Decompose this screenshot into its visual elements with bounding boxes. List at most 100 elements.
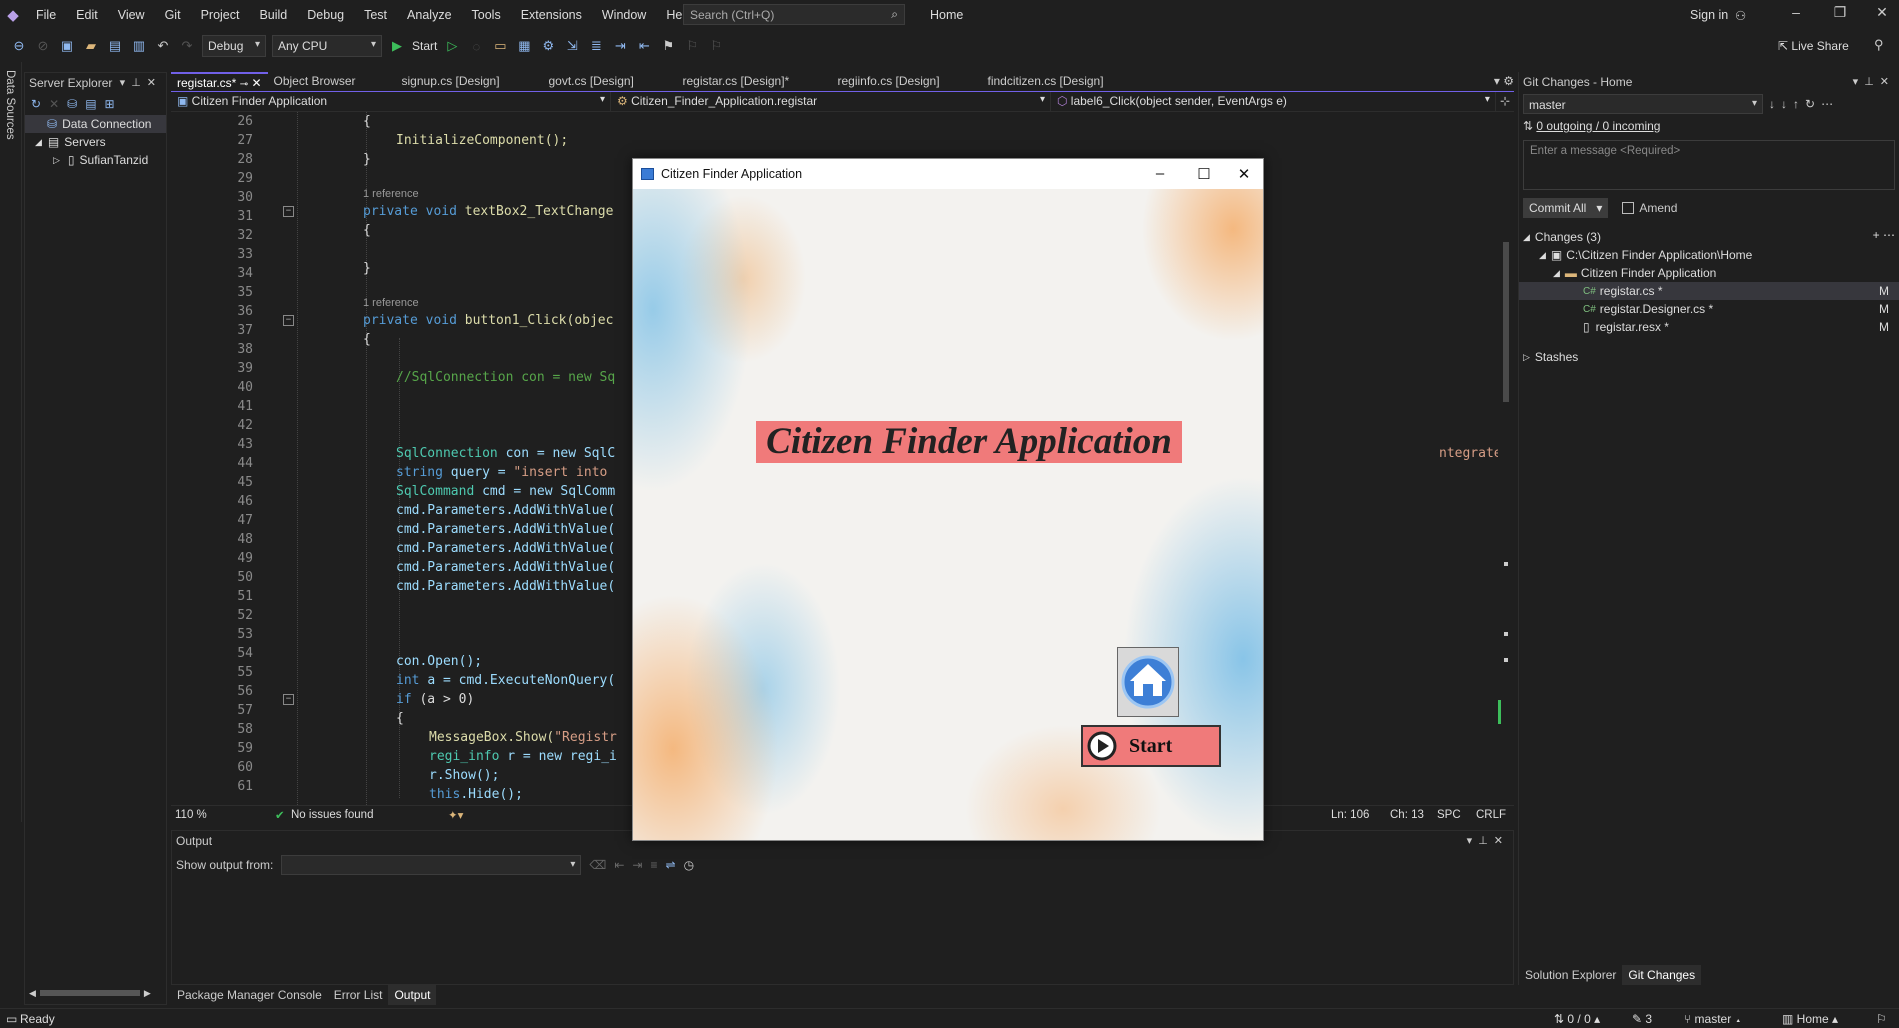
project-dropdown[interactable]: ▣ Citizen Finder Application	[171, 92, 611, 112]
azure-icon[interactable]: ⊞	[105, 97, 115, 111]
branch-status[interactable]: ⑂ master ▴	[1684, 1012, 1742, 1026]
menu-edit[interactable]: Edit	[66, 8, 108, 22]
pull-icon[interactable]: ↓	[1781, 97, 1787, 111]
debug-tools-icon[interactable]: ⚙	[539, 38, 557, 54]
tab-close-icon[interactable]: ✕	[251, 76, 261, 90]
close-icon[interactable]: ✕	[1862, 4, 1899, 26]
tab-output[interactable]: Output	[388, 985, 437, 1005]
live-share-button[interactable]: ⇱ Live Share	[1778, 39, 1849, 53]
stop-icon[interactable]: ✕	[49, 97, 59, 111]
indent-icon[interactable]: ⇥	[611, 38, 629, 54]
tab-git-changes[interactable]: Git Changes	[1622, 965, 1702, 985]
folder-item[interactable]: ◢ ▬ Citizen Finder Application	[1519, 264, 1899, 282]
start-without-debugging-icon[interactable]: ▷	[443, 38, 461, 54]
menu-debug[interactable]: Debug	[297, 8, 354, 22]
changes-header[interactable]: ◢ Changes (3) + ⋯	[1519, 228, 1899, 246]
menu-analyze[interactable]: Analyze	[397, 8, 461, 22]
outgoing-incoming-link[interactable]: 0 outgoing / 0 incoming	[1536, 119, 1660, 133]
zoom-dropdown[interactable]: 110 %	[175, 809, 207, 821]
bookmark-prev-icon[interactable]: ⚐	[683, 38, 701, 54]
save-all-icon[interactable]: ▥	[130, 38, 148, 54]
tab-govt-design[interactable]: govt.cs [Design]	[543, 72, 677, 92]
connect-server-icon[interactable]: ▤	[85, 97, 96, 111]
tab-findcitizen-design[interactable]: findcitizen.cs [Design]	[982, 72, 1132, 92]
window-close-icon[interactable]: ✕	[1229, 165, 1259, 183]
menu-git[interactable]: Git	[155, 8, 191, 22]
commit-all-button[interactable]: Commit All ▾	[1523, 198, 1609, 218]
expanded-chevron-icon[interactable]: ◢	[1539, 250, 1546, 261]
tab-registar-cs[interactable]: registar.cs* ⊸ ✕	[171, 72, 268, 92]
scrollbar-thumb[interactable]	[1503, 242, 1509, 402]
step-icon[interactable]: ⇲	[563, 38, 581, 54]
notifications-icon[interactable]: ⚐	[1876, 1012, 1887, 1026]
refresh-icon[interactable]: ↻	[31, 97, 41, 111]
expanded-chevron-icon[interactable]: ◢	[1553, 268, 1560, 279]
fold-icon[interactable]: −	[283, 206, 294, 217]
expanded-chevron-icon[interactable]: ◢	[1523, 232, 1530, 243]
sync-icon[interactable]: ↻	[1805, 97, 1815, 111]
tab-overflow-icon[interactable]: ▾ ⚙	[1494, 74, 1514, 88]
editor-vertical-scrollbar[interactable]	[1498, 112, 1514, 805]
panel-controls-icon[interactable]: ▾⊥✕	[1467, 834, 1509, 847]
tree-item-servers[interactable]: ◢ ▤ Servers	[25, 133, 166, 151]
window-maximize-icon[interactable]: ☐	[1189, 165, 1219, 183]
back-icon[interactable]: ⊖	[10, 38, 28, 54]
code-cleanup-icon[interactable]: ✦▾	[448, 808, 463, 822]
bookmark-icon[interactable]: ⚑	[659, 38, 677, 54]
pending-edits[interactable]: ✎ 3	[1632, 1012, 1652, 1026]
align-icon[interactable]: ≣	[587, 38, 605, 54]
undo-icon[interactable]: ↶	[154, 38, 172, 54]
start-icon[interactable]: ▶	[388, 38, 406, 54]
repo-status[interactable]: ▥ Home ▴	[1782, 1012, 1838, 1026]
line-number[interactable]: Ln: 106	[1331, 809, 1369, 821]
expanded-chevron-icon[interactable]: ◢	[35, 137, 42, 148]
issues-label[interactable]: No issues found	[291, 809, 373, 821]
menu-test[interactable]: Test	[354, 8, 397, 22]
tab-regiinfo-design[interactable]: regiinfo.cs [Design]	[832, 72, 982, 92]
timestamp-icon[interactable]: ◷	[684, 858, 694, 872]
search-input[interactable]: Search (Ctrl+Q) ⌕	[683, 4, 905, 25]
connect-database-icon[interactable]: ⛁	[67, 97, 77, 111]
menu-extensions[interactable]: Extensions	[511, 8, 592, 22]
horizontal-scrollbar[interactable]: ◀ ▶	[29, 988, 159, 1000]
collapsed-chevron-icon[interactable]: ▷	[53, 155, 60, 166]
class-dropdown[interactable]: ⚙ Citizen_Finder_Application.registar	[611, 92, 1051, 112]
start-button[interactable]: Start	[1081, 725, 1221, 767]
reference-count[interactable]: 1 reference	[363, 188, 419, 200]
sign-in-link[interactable]: Sign in	[1690, 8, 1728, 22]
find-next-icon[interactable]: ⇥	[632, 858, 642, 872]
fold-icon[interactable]: −	[283, 694, 294, 705]
panel-controls-icon[interactable]: ▾⊥✕	[1853, 75, 1895, 88]
folder-icon[interactable]: ▭	[491, 38, 509, 54]
new-project-icon[interactable]: ▣	[58, 38, 76, 54]
amend-checkbox[interactable]: Amend	[1622, 201, 1677, 215]
menu-project[interactable]: Project	[191, 8, 250, 22]
sync-status[interactable]: ⇅ 0 / 0 ▴	[1554, 1012, 1600, 1026]
minimize-icon[interactable]: –	[1776, 4, 1816, 26]
tab-object-browser[interactable]: Object Browser	[268, 72, 396, 92]
restore-icon[interactable]: ❐	[1820, 4, 1860, 26]
member-dropdown[interactable]: ⬡ label6_Click(object sender, EventArgs …	[1051, 92, 1496, 112]
window-titlebar[interactable]: Citizen Finder Application – ☐ ✕	[633, 159, 1263, 189]
checkbox-icon[interactable]	[1622, 202, 1635, 214]
clear-all-icon[interactable]: ≡	[650, 858, 657, 872]
clear-icon[interactable]: ⌫	[589, 858, 606, 872]
whitespace-indicator[interactable]: SPC	[1437, 809, 1461, 821]
fold-icon[interactable]: −	[283, 315, 294, 326]
find-prev-icon[interactable]: ⇤	[614, 858, 624, 872]
open-icon[interactable]: ▰	[82, 38, 100, 54]
panel-controls-icon[interactable]: ▾⊥✕	[120, 76, 162, 89]
collapsed-chevron-icon[interactable]: ▷	[1523, 352, 1530, 363]
push-icon[interactable]: ↑	[1793, 97, 1799, 111]
save-icon[interactable]: ▤	[106, 38, 124, 54]
data-sources-tab[interactable]: Data Sources	[0, 62, 22, 822]
changed-file-item[interactable]: C# registar.cs * M	[1519, 282, 1899, 300]
tab-package-manager-console[interactable]: Package Manager Console	[171, 985, 328, 1005]
fetch-icon[interactable]: ↓	[1769, 97, 1775, 111]
menu-file[interactable]: File	[26, 8, 66, 22]
commit-message-input[interactable]: Enter a message <Required>	[1523, 140, 1895, 190]
window-minimize-icon[interactable]: –	[1145, 165, 1175, 182]
account-icon[interactable]: ⚇	[1735, 8, 1746, 23]
tab-registar-design[interactable]: registar.cs [Design]*	[677, 72, 832, 92]
word-wrap-icon[interactable]: ⇌	[666, 858, 676, 872]
